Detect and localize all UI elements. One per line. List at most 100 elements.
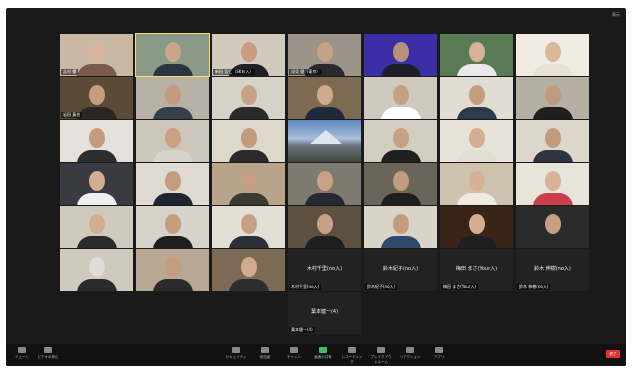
participant-tile[interactable] xyxy=(212,120,285,162)
view-menu[interactable]: 表示 xyxy=(612,12,620,18)
participant-tile[interactable] xyxy=(440,206,513,248)
participant-body xyxy=(152,107,193,119)
toolbar-label: チャット xyxy=(287,355,301,359)
participant-tile[interactable]: 吉村 櫻 xyxy=(60,34,133,76)
participant-tile[interactable] xyxy=(440,163,513,205)
participant-tile[interactable] xyxy=(136,249,209,291)
breakout-button[interactable]: ブレイクアウトルーム xyxy=(369,347,393,365)
participant-tile[interactable] xyxy=(135,33,210,77)
record-icon xyxy=(348,347,356,353)
participant-tile[interactable] xyxy=(288,206,361,248)
microphone-button[interactable]: ミュート xyxy=(10,347,34,360)
participant-tile[interactable] xyxy=(516,163,589,205)
reaction-button[interactable]: リアクション xyxy=(398,347,422,360)
mountain-image xyxy=(310,130,342,144)
participant-face xyxy=(392,128,409,148)
participant-tile[interactable] xyxy=(136,163,209,205)
participant-tile[interactable] xyxy=(288,163,361,205)
participant-tile[interactable] xyxy=(212,163,285,205)
participant-name-label: 岩田 真也 xyxy=(61,112,83,118)
participant-tile[interactable] xyxy=(60,163,133,205)
participant-face xyxy=(88,85,105,105)
participant-tile[interactable] xyxy=(364,34,437,76)
participant-body xyxy=(76,279,117,291)
participant-body xyxy=(228,107,269,119)
participant-tile[interactable]: 深見 健（東京） xyxy=(288,34,361,76)
chat-button[interactable]: チャット xyxy=(282,347,306,360)
participant-display-name: 鈴木 伸樹(no入) xyxy=(534,266,571,272)
participant-name-label: 吉村 櫻 xyxy=(61,69,79,75)
participant-tile[interactable]: 新田 浩仁（SKＢ入） xyxy=(212,34,285,76)
participant-face xyxy=(316,214,333,234)
toolbar-label: ビデオの停止 xyxy=(37,355,59,359)
participant-tile[interactable] xyxy=(136,77,209,119)
participant-body xyxy=(76,150,117,162)
participant-tile[interactable]: 木村千里(no入) 木村千里(no入) xyxy=(288,249,361,291)
apps-button[interactable]: アプリ xyxy=(427,347,451,360)
toolbar-label: 画面の共有 xyxy=(314,355,332,359)
participant-body xyxy=(456,150,497,162)
participants-button[interactable]: 参加者 xyxy=(253,347,277,360)
participant-tile[interactable] xyxy=(440,120,513,162)
participant-face xyxy=(468,128,485,148)
participant-tile[interactable] xyxy=(364,206,437,248)
participant-tile[interactable] xyxy=(516,34,589,76)
participant-body xyxy=(152,279,193,291)
participant-tile[interactable] xyxy=(60,206,133,248)
participant-body xyxy=(532,107,573,119)
participant-face xyxy=(392,42,409,62)
end-meeting-button[interactable]: 終了 xyxy=(606,350,620,358)
participant-tile[interactable] xyxy=(516,206,589,248)
participant-tile[interactable]: 梅田 まさ(Your入) 梅田 まさ(Your入) xyxy=(440,249,513,291)
participant-tile[interactable] xyxy=(440,34,513,76)
participant-display-name: 鈴木紀子(no入) xyxy=(382,266,419,272)
participant-tile[interactable] xyxy=(440,77,513,119)
participant-display-name: 梅田 まさ(Your入) xyxy=(455,266,498,272)
participant-tile[interactable]: 鈴木 伸樹(no入) 鈴木 伸樹(no入) xyxy=(516,249,589,291)
participant-tile[interactable] xyxy=(364,77,437,119)
participant-tile[interactable]: 葉本健一(4) 葉本健一(4) xyxy=(288,292,361,334)
record-button[interactable]: レコーディング xyxy=(340,347,364,365)
participant-face xyxy=(240,128,257,148)
participant-face xyxy=(240,171,257,191)
toolbar-label: ブレイクアウトルーム xyxy=(370,355,392,364)
participant-tile[interactable] xyxy=(212,77,285,119)
participant-face xyxy=(88,42,105,62)
participant-tile[interactable] xyxy=(136,206,209,248)
participant-tile[interactable] xyxy=(364,120,437,162)
participant-body xyxy=(380,64,421,76)
participant-tile[interactable]: 鈴木紀子(no入) 鈴木紀子(no入) xyxy=(364,249,437,291)
video-camera-button[interactable]: ビデオの停止 xyxy=(36,347,60,360)
participant-face xyxy=(544,128,561,148)
participant-face xyxy=(164,257,181,277)
participant-face xyxy=(392,171,409,191)
participant-body xyxy=(380,236,421,248)
meeting-toolbar: ミュート ビデオの停止 セキュリティ 参加者 チャット 画面の共有 レコーディング ブレイク… xyxy=(6,344,626,366)
participant-tile[interactable] xyxy=(212,249,285,291)
chat-icon xyxy=(290,347,298,353)
share-screen-icon xyxy=(319,347,327,353)
participant-tile[interactable] xyxy=(364,163,437,205)
participant-tile[interactable] xyxy=(212,206,285,248)
participant-face xyxy=(240,214,257,234)
participant-face xyxy=(240,257,257,277)
participant-tile[interactable] xyxy=(516,120,589,162)
participant-body xyxy=(380,150,421,162)
participant-name-label: 深見 健（東京） xyxy=(289,69,323,75)
participant-tile[interactable] xyxy=(288,77,361,119)
toolbar-label: アプリ xyxy=(433,355,445,359)
participant-tile[interactable] xyxy=(288,120,361,162)
participant-face xyxy=(316,171,333,191)
participant-tile[interactable] xyxy=(60,249,133,291)
participant-body xyxy=(228,150,269,162)
participant-body xyxy=(228,236,269,248)
share-screen-button[interactable]: 画面の共有 xyxy=(311,347,335,360)
reaction-icon xyxy=(406,347,414,353)
participant-tile[interactable] xyxy=(60,120,133,162)
participant-tile[interactable]: 岩田 真也 xyxy=(60,77,133,119)
shield-button[interactable]: セキュリティ xyxy=(224,347,248,360)
participant-tile[interactable] xyxy=(516,77,589,119)
participant-body xyxy=(456,236,497,248)
participant-face xyxy=(544,42,561,62)
participant-tile[interactable] xyxy=(136,120,209,162)
